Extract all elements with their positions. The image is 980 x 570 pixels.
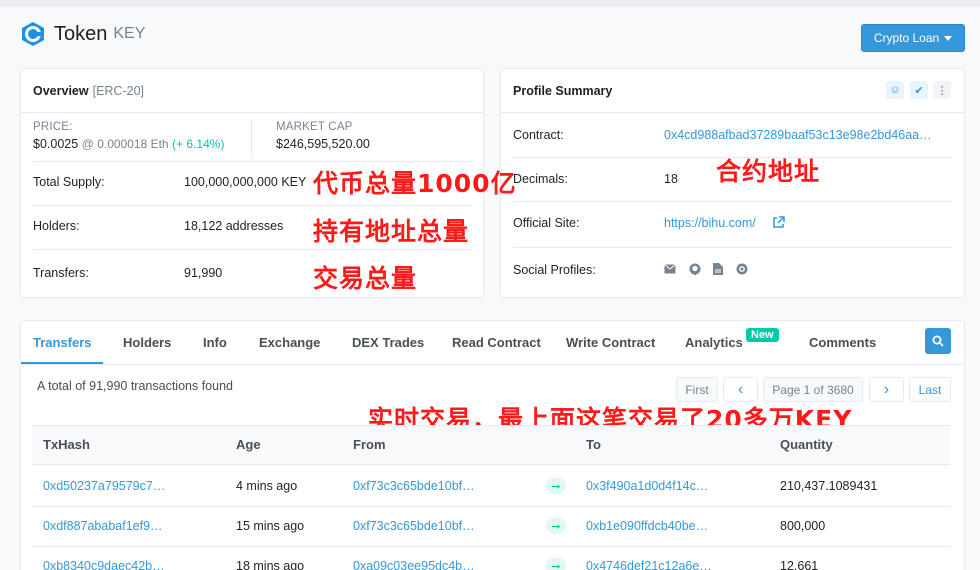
transfers-value: 91,990 (184, 266, 223, 280)
document-icon[interactable] (713, 263, 723, 275)
brand-symbol: KEY (113, 25, 146, 42)
tab-analytics[interactable]: Analytics (685, 335, 743, 350)
annotation-contract: 合约地址 (716, 157, 821, 186)
tab-comments[interactable]: Comments (809, 335, 876, 350)
check-icon[interactable]: ✔ (910, 81, 928, 99)
column-header-quantity: Quantity (780, 437, 833, 452)
decimals-value: 18 (664, 172, 678, 186)
price-block: PRICE: $0.0025 @ 0.000018 Eth (+ 6.14%) (33, 121, 224, 151)
column-header-txhash: TxHash (43, 437, 90, 452)
divider (251, 119, 252, 157)
annotation-total-supply: 代币总量1000亿 (313, 169, 517, 198)
smiley-icon[interactable]: ☺ (886, 81, 904, 99)
row-txhash-link[interactable]: 0xd50237a79579c7… (43, 479, 165, 493)
contract-row: Contract: 0x4cd988afbad37289baaf53c13e98… (513, 128, 952, 142)
tab-bar: Transfers Holders Info Exchange DEX Trad… (21, 321, 964, 365)
profile-title: Profile Summary (513, 83, 613, 98)
row-divider (32, 546, 950, 547)
row-divider (32, 506, 950, 507)
token-standard: [ERC-20] (92, 83, 144, 98)
annotation-holders: 持有地址总量 (313, 217, 470, 246)
new-badge: New (746, 328, 779, 342)
divider (513, 201, 952, 202)
github-icon[interactable] (689, 263, 701, 275)
pager-next-button[interactable]: › (869, 377, 904, 402)
transaction-count-summary: A total of 91,990 transactions found (37, 379, 233, 393)
active-tab-indicator (21, 362, 103, 364)
pager-last-button[interactable]: Last (909, 377, 951, 402)
total-supply-value: 100,000,000,000 KEY (184, 175, 307, 189)
search-button[interactable] (925, 328, 951, 354)
row-from-link[interactable]: 0xa09c03ee95dc4b… (353, 559, 475, 570)
row-from-link[interactable]: 0xf73c3c65bde10bf… (353, 519, 475, 533)
tab-holders[interactable]: Holders (123, 335, 171, 350)
market-cap-label: MARKET CAP (276, 121, 353, 133)
official-site-row: Official Site: https://bihu.com/ (513, 216, 952, 230)
market-cap-value: $246,595,520.00 (276, 137, 370, 151)
pager-prev-button[interactable]: ‹ (723, 377, 758, 402)
divider (513, 247, 952, 248)
pager-first-button[interactable]: First (676, 377, 718, 402)
tab-read-contract[interactable]: Read Contract (452, 335, 541, 350)
row-to-link[interactable]: 0x3f490a1d0d4f14c… (586, 479, 708, 493)
divider (33, 249, 471, 250)
external-link-icon[interactable] (772, 216, 785, 229)
contract-address-link[interactable]: 0x4cd988afbad37289baaf53c13e98e2bd46aa… (664, 128, 932, 142)
total-supply-label: Total Supply: (33, 175, 105, 189)
row-quantity: 210,437.1089431 (780, 479, 878, 493)
row-to-link[interactable]: 0x4746def21c12a6e… (586, 559, 712, 570)
tab-info[interactable]: Info (203, 335, 227, 350)
tab-exchange[interactable]: Exchange (259, 335, 320, 350)
row-txhash-link[interactable]: 0xb8340c9daec42b… (43, 559, 165, 570)
column-header-age: Age (236, 437, 261, 452)
row-from-link[interactable]: 0xf73c3c65bde10bf… (353, 479, 475, 493)
chevron-down-icon (944, 35, 953, 41)
overview-header: Overview [ERC-20] (21, 69, 483, 113)
row-txhash-link[interactable]: 0xdf887ababaf1ef9… (43, 519, 163, 533)
top-strip (0, 0, 980, 7)
holders-value: 18,122 addresses (184, 219, 284, 233)
brand[interactable]: Token KEY (20, 20, 145, 48)
holders-label: Holders: (33, 219, 80, 233)
crypto-loan-label: Crypto Loan (873, 31, 940, 45)
row-quantity: 800,000 (780, 519, 826, 533)
tab-dex-trades[interactable]: DEX Trades (352, 335, 424, 350)
row-age: 15 mins ago (236, 519, 305, 533)
email-icon[interactable] (664, 264, 676, 274)
social-profiles-row: Social Profiles: (513, 263, 952, 277)
row-quantity: 12,661 (780, 559, 819, 570)
social-profiles-label: Social Profiles: (513, 263, 596, 277)
arrow-right-icon: ➞ (546, 478, 566, 494)
search-icon (932, 335, 944, 347)
price-label: PRICE: (33, 121, 73, 133)
decimals-label: Decimals: (513, 172, 568, 186)
arrow-right-icon: ➞ (546, 518, 566, 534)
price-change: (+ 6.14%) (172, 137, 225, 151)
divider (33, 205, 471, 206)
contract-label: Contract: (513, 128, 564, 142)
annotation-transfers: 交易总量 (313, 264, 418, 293)
token-logo-icon (22, 22, 44, 46)
pager-page-indicator: Page 1 of 3680 (763, 377, 863, 402)
brand-name: Token (54, 22, 108, 45)
official-site-label: Official Site: (513, 216, 580, 230)
row-age: 4 mins ago (236, 479, 298, 493)
at-sign-icon[interactable] (736, 263, 748, 275)
market-cap-block: MARKET CAP $246,595,520.00 (276, 121, 370, 151)
price-value: $0.0025 (33, 137, 79, 151)
official-site-link[interactable]: https://bihu.com/ (664, 216, 756, 230)
crypto-loan-button[interactable]: Crypto Loan (861, 24, 965, 52)
column-header-from: From (353, 437, 386, 452)
overview-title: Overview (33, 83, 89, 98)
price-eth: @ 0.000018 Eth (81, 137, 169, 151)
arrow-right-icon: ➞ (546, 558, 566, 570)
tab-transfers[interactable]: Transfers (33, 335, 92, 350)
tab-write-contract[interactable]: Write Contract (566, 335, 655, 350)
divider (33, 161, 471, 162)
more-vertical-icon[interactable]: ⋮ (933, 81, 951, 99)
column-header-to: To (586, 437, 601, 452)
row-to-link[interactable]: 0xb1e090ffdcb40be… (586, 519, 708, 533)
row-age: 18 mins ago (236, 559, 305, 570)
transfers-label: Transfers: (33, 266, 89, 280)
